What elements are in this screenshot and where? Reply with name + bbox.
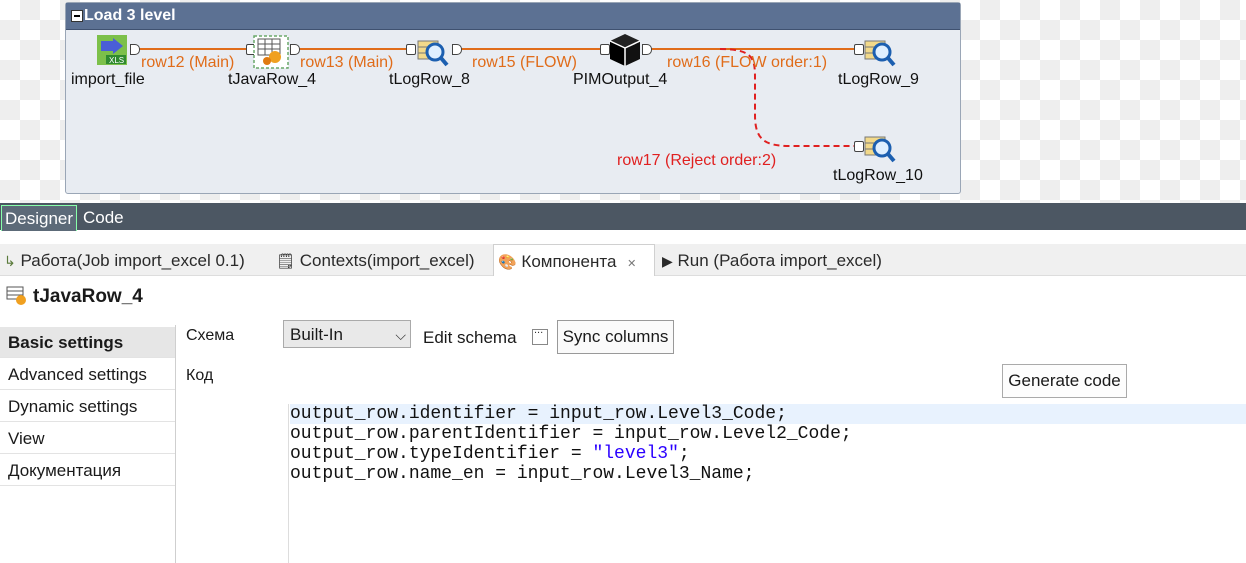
run-icon: ▶ [662, 253, 673, 269]
component-label-tlogrow10: tLogRow_10 [833, 167, 923, 184]
sync-columns-button[interactable]: Sync columns [557, 320, 674, 354]
input-port[interactable] [854, 141, 864, 152]
code-string: "level3" [592, 444, 679, 464]
output-port[interactable] [642, 44, 652, 55]
contexts-icon: 🗒 [276, 253, 296, 270]
tab-code[interactable]: Code [80, 205, 127, 230]
component-label-tjavarow: tJavaRow_4 [228, 71, 317, 88]
tab-designer[interactable]: Designer [1, 205, 78, 231]
tab-job[interactable]: ↳ Работа(Job import_excel 0.1) [4, 244, 245, 275]
java-row-icon[interactable] [253, 35, 289, 74]
sidebar-item-view[interactable]: View [0, 423, 175, 454]
log-row-magnifier-icon[interactable] [864, 38, 896, 73]
design-canvas[interactable]: Load 3 level XLS import_file row12 (Main… [0, 0, 1246, 203]
output-port[interactable] [452, 44, 462, 55]
code-line[interactable]: output_row.name_en = input_row.Level3_Na… [290, 464, 754, 484]
sidebar-item-documentation[interactable]: Документация [0, 455, 175, 486]
ellipsis-icon: ... [534, 324, 544, 336]
link-label-row17[interactable]: row17 (Reject order:2) [617, 152, 776, 170]
link-label-row16[interactable]: row16 (FLOW order:1) [667, 54, 827, 72]
link-label-row12[interactable]: row12 (Main) [141, 54, 234, 72]
code-line[interactable]: output_row.identifier = input_row.Level3… [290, 404, 1246, 424]
input-port[interactable] [854, 44, 864, 55]
tab-run-label: Run (Работа import_excel) [677, 251, 882, 270]
link-label-row15[interactable]: row15 (FLOW) [472, 54, 577, 72]
output-port[interactable] [130, 44, 140, 55]
code-line[interactable]: output_row.typeIdentifier = "level3"; [290, 444, 690, 464]
component-label-import-file: import_file [71, 71, 145, 88]
xls-file-input-icon[interactable]: XLS [97, 35, 129, 72]
chevron-down-icon: ⌵ [395, 327, 406, 343]
code-label: Код [186, 367, 214, 384]
component-label-tlogrow9: tLogRow_9 [838, 71, 919, 88]
sidebar-item-dynamic-settings[interactable]: Dynamic settings [0, 391, 175, 422]
tab-run[interactable]: ▶ Run (Работа import_excel) [662, 244, 882, 275]
component-label-pimoutput: PIMOutput_4 [573, 71, 668, 88]
schema-label: Схема [186, 327, 235, 344]
component-label-tlogrow8: tLogRow_8 [389, 71, 470, 88]
output-port[interactable] [290, 44, 300, 55]
editor-tab-bar: Designer Code [0, 203, 1246, 231]
component-title: tJavaRow_4 [33, 286, 143, 307]
tab-job-label: Работа(Job import_excel 0.1) [20, 251, 245, 270]
java-row-icon [6, 286, 28, 311]
settings-sidebar: Basic settings Advanced settings Dynamic… [0, 325, 176, 563]
code-editor[interactable]: output_row.identifier = input_row.Level3… [288, 404, 1246, 563]
input-port[interactable] [406, 44, 416, 55]
sidebar-item-advanced-settings[interactable]: Advanced settings [0, 359, 175, 390]
log-row-magnifier-icon[interactable] [417, 38, 449, 73]
tab-component-label: Компонента [521, 252, 617, 271]
view-tab-bar: ↳ Работа(Job import_excel 0.1) 🗒 Context… [0, 244, 1246, 276]
connections-layer [138, 48, 856, 147]
code-line[interactable]: output_row.parentIdentifier = input_row.… [290, 424, 852, 444]
edit-schema-button[interactable]: ... [532, 324, 548, 345]
sidebar-item-basic-settings[interactable]: Basic settings [0, 327, 175, 358]
svg-text:XLS: XLS [109, 56, 124, 65]
generate-code-button[interactable]: Generate code [1002, 364, 1127, 398]
code-text: output_row.typeIdentifier = [290, 444, 593, 464]
palette-icon: 🎨 [498, 254, 517, 271]
schema-select[interactable]: Built-In ⌵ [283, 320, 411, 348]
job-icon: ↳ [4, 253, 16, 269]
edit-schema-label: Edit schema [423, 328, 517, 347]
tab-component[interactable]: 🎨 Компонента ✕ [493, 244, 655, 276]
close-icon[interactable]: ✕ [627, 258, 636, 270]
code-text: ; [678, 444, 690, 464]
tab-contexts[interactable]: 🗒 Contexts(import_excel) [276, 244, 475, 275]
log-row-magnifier-icon[interactable] [864, 134, 896, 169]
tab-contexts-label: Contexts(import_excel) [299, 251, 475, 270]
link-label-row13[interactable]: row13 (Main) [300, 54, 393, 72]
schema-select-value: Built-In [290, 325, 343, 344]
black-cube-icon[interactable] [609, 33, 641, 72]
